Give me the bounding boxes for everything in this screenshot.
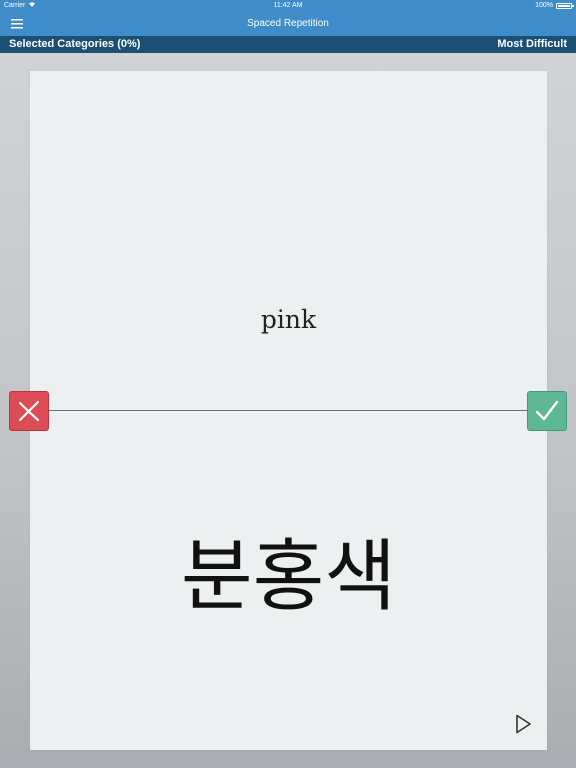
page-title: Spaced Repetition [247, 18, 329, 29]
wrong-answer-button[interactable] [9, 391, 49, 431]
battery-percentage: 100% [535, 2, 553, 9]
flashcard-divider [30, 410, 547, 411]
status-time: 11:42 AM [273, 2, 303, 9]
category-bar: Selected Categories (0%) Most Difficult [0, 36, 576, 53]
x-icon [18, 400, 40, 422]
play-icon[interactable] [513, 713, 533, 735]
battery-icon [556, 3, 574, 9]
checkmark-icon [535, 400, 559, 421]
correct-answer-button[interactable] [527, 391, 567, 431]
navigation-bar: Spaced Repetition [0, 12, 576, 36]
selected-categories-button[interactable]: Selected Categories (0%) [9, 36, 140, 53]
status-bar: Carrier 11:42 AM 100% [0, 0, 576, 12]
status-right: 100% [535, 0, 574, 12]
flashcard-english-word: pink [260, 305, 317, 334]
flashcard-korean-word: 분홍색 [180, 532, 397, 622]
battery-fill [558, 5, 570, 7]
sort-mode-button[interactable]: Most Difficult [497, 36, 567, 53]
flashcard: pink 분홍색 [30, 71, 547, 750]
